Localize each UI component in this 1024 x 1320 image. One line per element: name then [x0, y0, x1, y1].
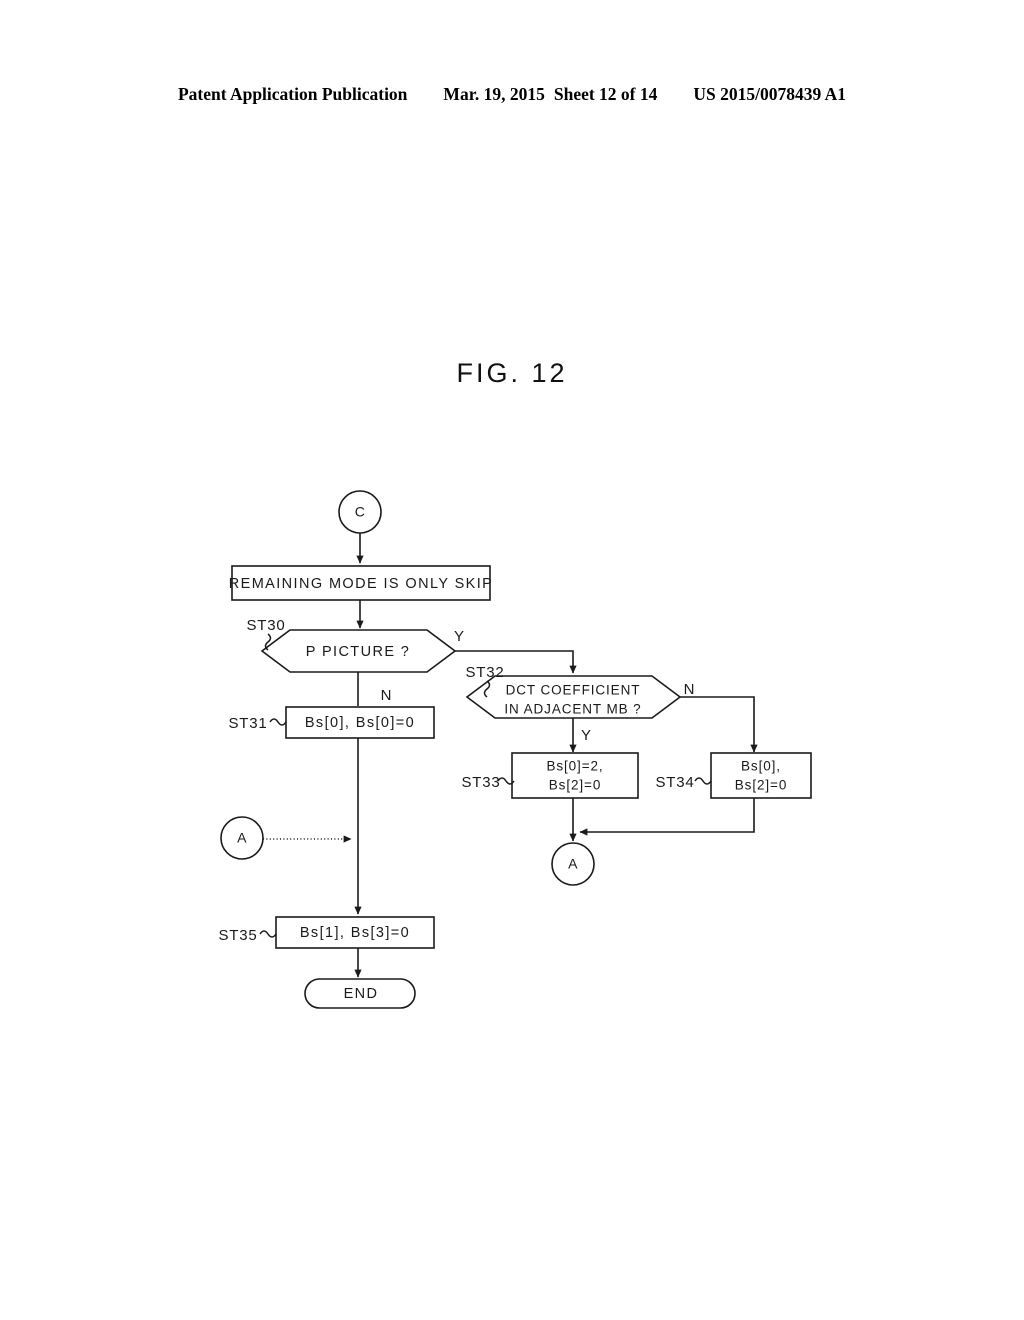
- connector-a-out-label: A: [568, 856, 578, 872]
- step-label-st31: ST31: [228, 715, 267, 732]
- decision-st30: P PICTURE ?: [260, 629, 457, 673]
- process-st35: Bs[1], Bs[3]=0: [275, 916, 435, 949]
- step-leader-st35: [259, 930, 277, 938]
- process-st33: Bs[0]=2, Bs[2]=0: [511, 752, 639, 799]
- terminator-end-label: END: [344, 986, 379, 1002]
- step-label-st35: ST35: [218, 927, 257, 944]
- step-label-st34: ST34: [655, 774, 694, 791]
- branch-label-st30-yes: Y: [454, 628, 464, 645]
- process-st33-label-line1: Bs[0]=2,: [546, 759, 603, 774]
- step-leader-st31: [269, 718, 287, 726]
- process-st35-label: Bs[1], Bs[3]=0: [300, 925, 410, 941]
- step-label-st30: ST30: [246, 617, 285, 634]
- connector-a-in-label: A: [237, 830, 247, 846]
- flowchart-diagram: C REMAINING MODE IS ONLY SKIP P PICTURE …: [218, 490, 812, 1009]
- branch-label-st32-yes: Y: [581, 727, 591, 744]
- decision-st32-label-line1: DCT COEFFICIENT: [506, 683, 641, 698]
- flowline-st32-no-to-st34: [680, 696, 758, 753]
- decision-st30-label: P PICTURE ?: [306, 644, 411, 660]
- step-label-st33: ST33: [461, 774, 500, 791]
- branch-label-st32-no: N: [684, 681, 695, 698]
- process-remaining-mode: REMAINING MODE IS ONLY SKIP: [229, 565, 493, 601]
- connector-a-in: A: [220, 816, 264, 860]
- decision-st32: DCT COEFFICIENT IN ADJACENT MB ?: [465, 675, 682, 719]
- flowline-st34-merge: [579, 798, 755, 836]
- step-label-st32: ST32: [465, 664, 504, 681]
- decision-st32-label-line2: IN ADJACENT MB ?: [504, 702, 641, 717]
- process-remaining-mode-label: REMAINING MODE IS ONLY SKIP: [229, 576, 493, 592]
- process-st34-label-line2: Bs[2]=0: [735, 778, 787, 793]
- process-st31: Bs[0], Bs[0]=0: [285, 706, 435, 739]
- process-st31-label: Bs[0], Bs[0]=0: [305, 715, 415, 731]
- process-st34: Bs[0], Bs[2]=0: [710, 752, 812, 799]
- process-st33-label-line2: Bs[2]=0: [549, 778, 601, 793]
- process-st34-label-line1: Bs[0],: [741, 759, 781, 774]
- start-connector-c: C: [338, 490, 382, 534]
- branch-label-st30-no: N: [381, 687, 392, 704]
- step-leader-st34: [694, 777, 712, 785]
- start-connector-c-label: C: [355, 504, 366, 520]
- terminator-end: END: [304, 978, 416, 1009]
- connector-a-out: A: [551, 842, 595, 886]
